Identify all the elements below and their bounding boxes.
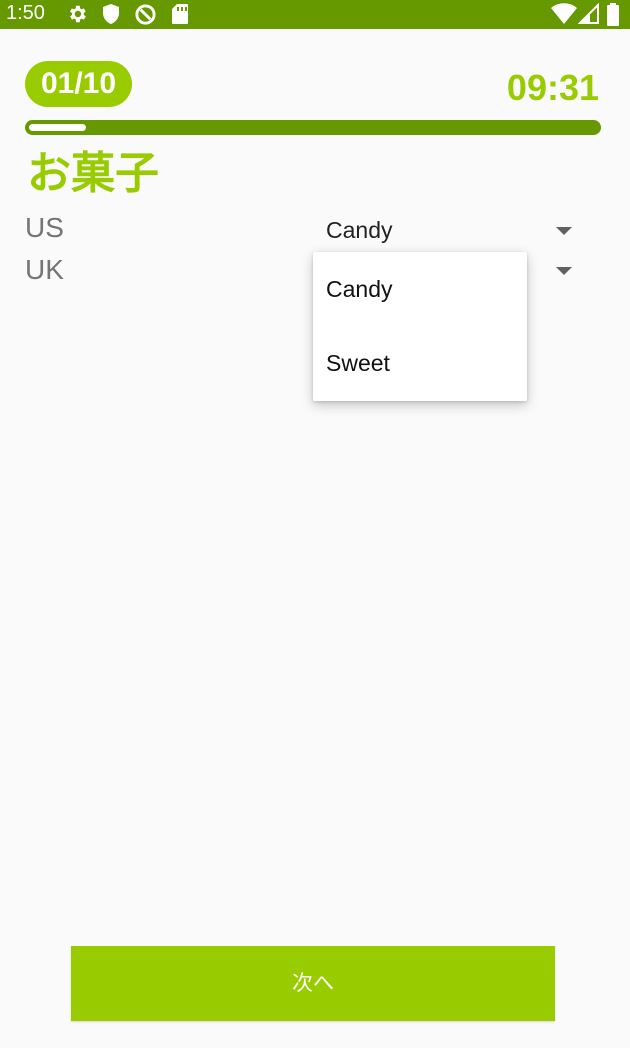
answer-spinner-us[interactable]: Candy [313,210,583,250]
status-bar: 1:50 [0,0,630,29]
status-time: 1:50 [6,2,45,24]
dropdown-arrow-icon [556,227,572,235]
question-word: お菓子 [27,148,159,199]
dropdown-option-candy[interactable]: Candy [313,252,527,326]
option-label: Candy [326,276,393,302]
next-button[interactable]: 次へ [71,946,555,1021]
signal-icon [578,3,599,24]
question-counter: 01/10 [25,61,132,107]
wifi-icon [551,3,577,25]
row-label-uk: UK [25,254,64,285]
row-label-us: US [25,212,64,243]
dropdown-option-sweet[interactable]: Sweet [313,326,527,400]
sd-card-icon [172,4,188,24]
dropdown-menu: Candy Sweet [313,252,527,401]
data-saver-icon [135,4,156,25]
shield-icon [103,4,119,24]
option-label: Sweet [326,350,390,376]
dropdown-arrow-icon [556,267,572,275]
progress-bar [25,120,601,135]
battery-icon [607,3,619,26]
gear-icon [70,5,86,23]
progress-fill [29,124,86,131]
spinner-value: Candy [326,217,393,243]
countdown-timer: 09:31 [506,67,599,108]
